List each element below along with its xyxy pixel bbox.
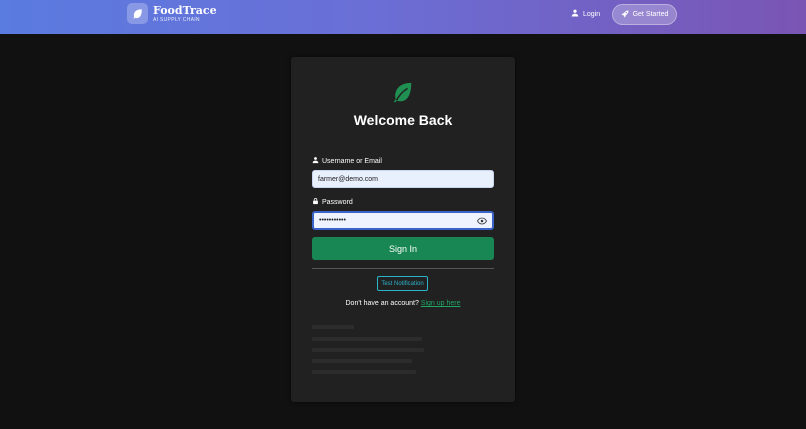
sign-in-button[interactable]: Sign In [312, 237, 494, 260]
user-icon [571, 9, 579, 19]
signup-prompt: Don't have an account? Sign up here [291, 300, 515, 307]
rocket-icon [621, 10, 629, 20]
password-value: ••••••••••• [319, 217, 346, 224]
login-label: Login [583, 10, 601, 18]
password-label-text: Password [322, 198, 353, 206]
sign-up-link[interactable]: Sign up here [421, 300, 461, 307]
brand-logo[interactable]: FoodTrace AI SUPPLY CHAIN [127, 3, 217, 24]
top-navbar: FoodTrace AI SUPPLY CHAIN Login Get Star… [0, 0, 806, 34]
eye-icon[interactable] [477, 217, 487, 227]
username-label-text: Username or Email [322, 157, 382, 165]
username-label: Username or Email [312, 156, 382, 166]
user-icon [312, 156, 319, 166]
faded-placeholder-line [312, 370, 416, 374]
faded-placeholder-line [312, 348, 424, 352]
login-link[interactable]: Login [571, 9, 600, 19]
username-value: farmer@demo.com [318, 175, 379, 183]
login-card: Welcome Back Username or Email farmer@de… [291, 57, 515, 402]
username-input[interactable]: farmer@demo.com [312, 170, 494, 188]
no-account-text: Don't have an account? [345, 300, 419, 307]
faded-placeholder-line [312, 325, 354, 329]
test-notification-button[interactable]: Test Notification [377, 276, 428, 291]
faded-placeholder-line [312, 337, 422, 341]
divider [312, 268, 494, 269]
leaf-icon [392, 81, 414, 108]
password-label: Password [312, 197, 353, 207]
leaf-icon [127, 3, 148, 24]
lock-icon [312, 197, 319, 207]
brand-title: FoodTrace [153, 3, 217, 17]
faded-placeholder-line [312, 359, 412, 363]
get-started-button[interactable]: Get Started [612, 4, 677, 25]
page-title: Welcome Back [353, 112, 453, 128]
password-input[interactable]: ••••••••••• [312, 211, 494, 230]
get-started-label: Get Started [632, 11, 669, 18]
brand-subtitle: AI SUPPLY CHAIN [153, 16, 200, 23]
